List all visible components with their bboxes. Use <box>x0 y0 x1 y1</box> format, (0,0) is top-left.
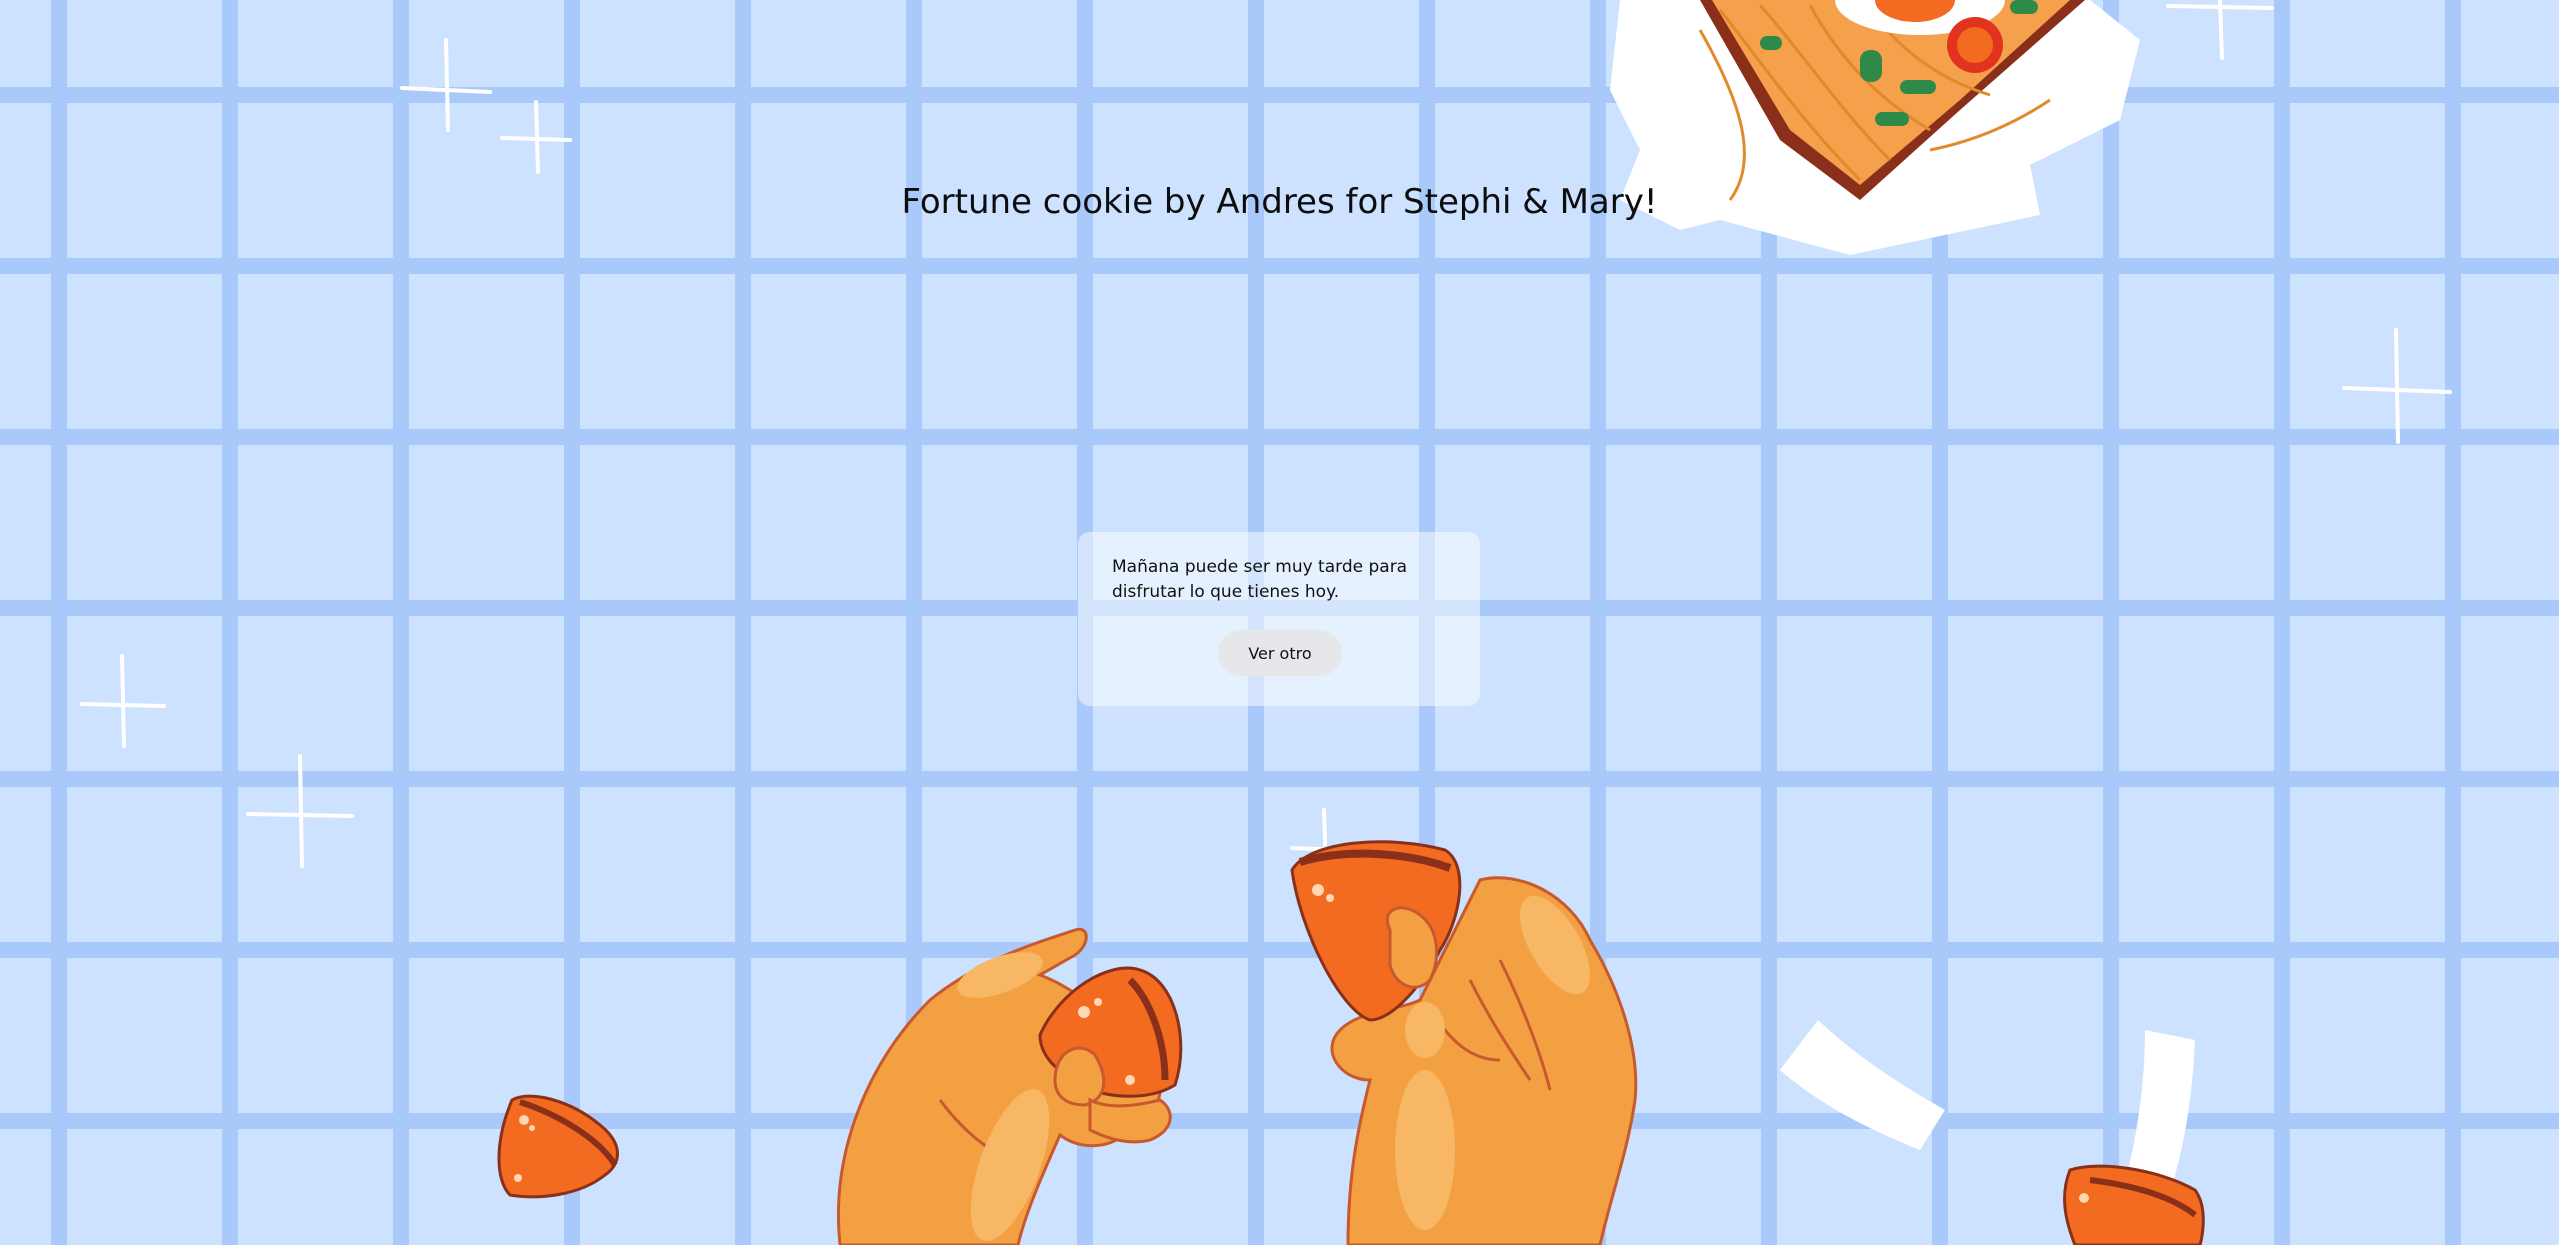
sparkle-icon <box>246 754 354 868</box>
fortune-message: Mañana puede ser muy tarde para disfruta… <box>1112 557 1408 602</box>
fortune-cookie-page: Fortune cookie by Andres for Stephi & Ma… <box>0 0 2559 1245</box>
fortune-cookie-icon <box>497 1094 619 1199</box>
fortune-cookie-icon <box>2063 1164 2205 1245</box>
page-title: Fortune cookie by Andres for Stephi & Ma… <box>901 182 1658 222</box>
sparkle-icon <box>2342 328 2452 444</box>
sparkle-icon <box>80 654 166 748</box>
sparkle-icon <box>2166 0 2274 60</box>
see-another-button[interactable]: Ver otro <box>1218 630 1342 676</box>
sparkle-icon <box>500 100 572 174</box>
sparkle-icon <box>400 38 492 132</box>
fortune-card: Mañana puede ser muy tarde para disfruta… <box>1078 532 1480 706</box>
